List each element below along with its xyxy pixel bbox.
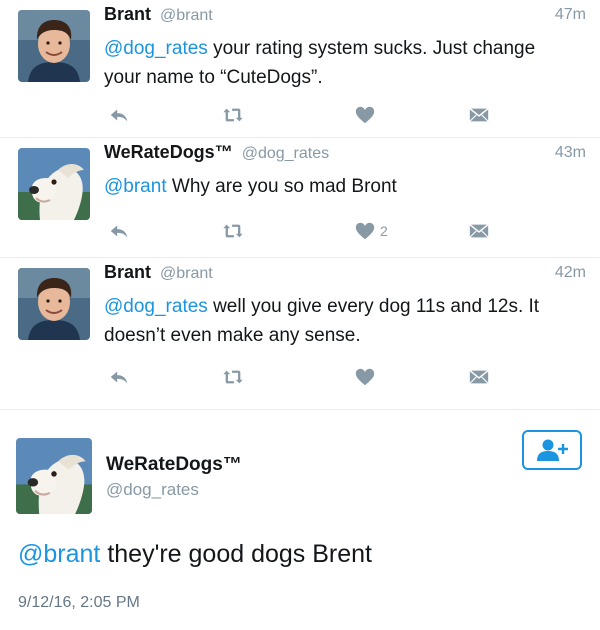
display-name[interactable]: WeRateDogs™: [104, 142, 233, 162]
direct-message-button[interactable]: [468, 364, 490, 390]
direct-message-button[interactable]: [468, 218, 490, 244]
tweet-body-text: Why are you so mad Bront: [166, 176, 397, 197]
tweet-actions: [104, 102, 500, 128]
mention-link[interactable]: @brant: [104, 176, 167, 197]
avatar[interactable]: [18, 10, 90, 82]
reply-button[interactable]: [108, 218, 130, 244]
retweet-icon: [222, 220, 244, 242]
user-handle[interactable]: @brant: [160, 7, 213, 24]
retweet-button[interactable]: [222, 218, 244, 244]
like-count: 2: [380, 223, 388, 239]
mention-link[interactable]: @dog_rates: [104, 296, 208, 317]
follow-button[interactable]: [522, 430, 582, 470]
dog-photo-icon: [18, 148, 90, 220]
tweet-text: @brant they're good dogs Brent: [18, 540, 372, 569]
tweet-text: @dog_rates your rating system sucks. Jus…: [104, 34, 576, 92]
envelope-icon: [468, 104, 490, 126]
direct-message-button[interactable]: [468, 102, 490, 128]
avatar[interactable]: [18, 268, 90, 340]
heart-icon: [354, 104, 376, 126]
tweet-actions: [104, 364, 500, 390]
tweet-header: WeRateDogs™ @dog_rates: [104, 142, 329, 163]
tweet-date: 9/12/16, 2:05 PM: [18, 594, 140, 611]
envelope-icon: [468, 220, 490, 242]
focused-tweet: WeRateDogs™ @dog_rates @brant they're go…: [0, 416, 600, 630]
reply-icon: [108, 220, 130, 242]
like-button[interactable]: 2: [354, 218, 388, 244]
tweet-thread: Brant @brant 47m @dog_rates your rating …: [0, 0, 600, 630]
heart-icon: [354, 220, 376, 242]
envelope-icon: [468, 366, 490, 388]
dog-photo-icon: [16, 438, 92, 514]
reply-button[interactable]: [108, 102, 130, 128]
tweet-actions: 2: [104, 218, 500, 244]
tweet[interactable]: Brant @brant 47m @dog_rates your rating …: [0, 0, 600, 138]
reply-button[interactable]: [108, 364, 130, 390]
reply-icon: [108, 104, 130, 126]
follow-user-icon: [535, 438, 569, 462]
tweet-header: Brant @brant: [104, 262, 213, 283]
user-handle[interactable]: @brant: [160, 265, 213, 282]
display-name[interactable]: Brant: [104, 4, 151, 24]
tweet-header: Brant @brant: [104, 4, 213, 25]
reply-icon: [108, 366, 130, 388]
retweet-icon: [222, 366, 244, 388]
tweet[interactable]: WeRateDogs™ @dog_rates 43m @brant Why ar…: [0, 138, 600, 258]
retweet-icon: [222, 104, 244, 126]
user-photo-icon: [18, 268, 90, 340]
avatar[interactable]: [18, 148, 90, 220]
user-handle[interactable]: @dog_rates: [106, 480, 199, 500]
tweet-text: @brant Why are you so mad Bront: [104, 172, 576, 201]
user-handle[interactable]: @dog_rates: [242, 145, 329, 162]
avatar[interactable]: [16, 438, 92, 514]
mention-link[interactable]: @dog_rates: [104, 38, 208, 59]
like-button[interactable]: [354, 364, 380, 390]
tweet-timestamp[interactable]: 42m: [555, 264, 586, 282]
display-name[interactable]: Brant: [104, 262, 151, 282]
tweet-timestamp[interactable]: 47m: [555, 6, 586, 24]
heart-icon: [354, 366, 376, 388]
display-name[interactable]: WeRateDogs™: [106, 454, 242, 476]
retweet-button[interactable]: [222, 102, 244, 128]
retweet-button[interactable]: [222, 364, 244, 390]
tweet-timestamp[interactable]: 43m: [555, 144, 586, 162]
mention-link[interactable]: @brant: [18, 540, 100, 568]
like-button[interactable]: [354, 102, 380, 128]
user-photo-icon: [18, 10, 90, 82]
tweet-body-text: they're good dogs Brent: [100, 540, 372, 568]
tweet-text: @dog_rates well you give every dog 11s a…: [104, 292, 576, 350]
tweet[interactable]: Brant @brant 42m @dog_rates well you giv…: [0, 258, 600, 410]
